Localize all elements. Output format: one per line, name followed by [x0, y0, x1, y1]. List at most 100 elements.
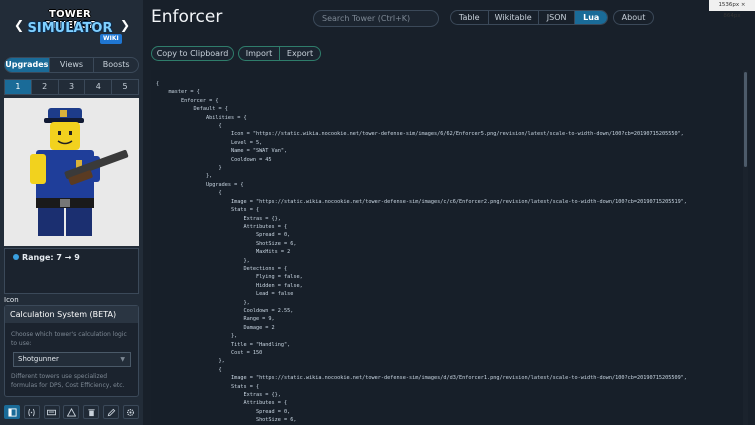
- sidebar-layout-icon: [7, 407, 17, 417]
- code-line: Damage = 2: [156, 324, 275, 331]
- tower-info-box: Range: 7 → 9: [4, 248, 139, 294]
- code-line: },: [156, 299, 250, 306]
- logo-row: ❮ TOWER DEFENSE SIMULATOR WIKI ❯: [0, 6, 143, 46]
- calc-system-select[interactable]: Shotgunner ▼: [13, 352, 131, 367]
- code-line: Spread = 0,: [156, 408, 291, 415]
- code-line: Image = "https://static.wikia.nocookie.n…: [156, 198, 687, 205]
- warning-icon: [66, 407, 76, 417]
- code-line: Range = 9,: [156, 316, 275, 323]
- settings-button[interactable]: [122, 405, 139, 419]
- code-line: {: [156, 81, 160, 87]
- code-line: master = {: [156, 89, 200, 96]
- icon-caption: Icon: [4, 296, 19, 304]
- calculation-system-panel: Calculation System (BETA) Choose which t…: [4, 305, 139, 397]
- keyboard-button[interactable]: [43, 405, 60, 419]
- code-line: Flying = false,: [156, 274, 303, 281]
- code-line: Title = "Handling",: [156, 341, 291, 348]
- tab-json[interactable]: JSON: [537, 11, 575, 24]
- code-line: Hidden = false,: [156, 282, 303, 289]
- range-icon: [13, 254, 19, 260]
- code-line: },: [156, 333, 238, 340]
- level-tab-2[interactable]: 2: [30, 80, 58, 94]
- code-line: Detections = {: [156, 265, 288, 272]
- brackets-icon: [28, 408, 35, 416]
- variables-button[interactable]: [23, 405, 40, 419]
- pencil-icon: [107, 408, 115, 416]
- trash-icon: [88, 408, 95, 416]
- calc-title: Calculation System (BETA): [5, 306, 138, 323]
- code-line: Stats = {: [156, 207, 260, 214]
- keyboard-icon: [47, 409, 57, 415]
- code-line: Stats = {: [156, 383, 260, 390]
- enforcer-tower-image: [30, 108, 129, 236]
- code-line: },: [156, 358, 225, 365]
- code-line: Default = {: [156, 106, 228, 113]
- logo-badge: WIKI: [100, 34, 122, 44]
- tab-table[interactable]: Table: [451, 11, 488, 24]
- code-line: Upgrades = {: [156, 181, 244, 188]
- code-line: Spread = 0,: [156, 232, 291, 239]
- edit-button[interactable]: [103, 405, 120, 419]
- code-line: },: [156, 257, 250, 264]
- code-line: }: [156, 165, 222, 172]
- range-text: Range: 7 → 9: [22, 253, 80, 262]
- range-stat: Range: 7 → 9: [13, 253, 80, 262]
- code-line: Cooldown = 2.55,: [156, 307, 294, 314]
- code-line: ShotSize = 6,: [156, 240, 297, 247]
- code-line: Attributes = {: [156, 400, 288, 407]
- code-line: Lead = false: [156, 291, 294, 298]
- code-line: {: [156, 366, 222, 373]
- sidebar: ❮ TOWER DEFENSE SIMULATOR WIKI ❯ Upgrade…: [0, 0, 143, 425]
- code-line: Extras = {},: [156, 215, 281, 222]
- tab-upgrades[interactable]: Upgrades: [5, 58, 49, 72]
- tab-lua[interactable]: Lua: [574, 11, 607, 24]
- sidebar-tabs: Upgrades Views Boosts: [4, 57, 139, 73]
- code-line: Level = 5,: [156, 139, 263, 146]
- code-line: ShotSize = 6,: [156, 417, 297, 424]
- code-line: Image = "https://static.wikia.nocookie.n…: [156, 375, 687, 382]
- sidebar-toolbar: [4, 405, 139, 421]
- code-line: {: [156, 123, 222, 130]
- layout-button[interactable]: [4, 405, 20, 419]
- level-tab-5[interactable]: 5: [111, 80, 138, 94]
- lua-code-viewer[interactable]: { master = { Enforcer = { Default = { Ab…: [151, 70, 743, 425]
- chevron-down-icon: ▼: [120, 356, 125, 363]
- app-window: ❮ TOWER DEFENSE SIMULATOR WIKI ❯ Upgrade…: [0, 0, 755, 425]
- warning-button[interactable]: [63, 405, 80, 419]
- about-button[interactable]: About: [613, 10, 654, 25]
- code-line: Extras = {},: [156, 392, 281, 399]
- calc-note: Different towers use specialized formula…: [11, 373, 125, 389]
- code-line: Enforcer = {: [156, 97, 219, 104]
- code-scrollbar-thumb[interactable]: [744, 72, 747, 167]
- page-title: Enforcer: [151, 7, 223, 27]
- code-line: MaxHits = 2: [156, 249, 291, 256]
- level-selector: 1 2 3 4 5: [4, 79, 139, 95]
- code-line: Icon = "https://static.wikia.nocookie.ne…: [156, 131, 684, 138]
- level-tab-3[interactable]: 3: [57, 80, 85, 94]
- tower-portrait: [4, 98, 139, 246]
- calc-description: Choose which tower's calculation logic t…: [11, 331, 127, 347]
- code-line: Name = "SWAT Van",: [156, 148, 288, 155]
- screen-size-badge: 1536px × 864px: [709, 0, 755, 19]
- export-button[interactable]: Export: [279, 46, 321, 61]
- view-tabs: Table Wikitable JSON Lua: [450, 10, 608, 25]
- calc-selected-value: Shotgunner: [18, 355, 59, 363]
- code-line: {: [156, 190, 222, 197]
- tab-wikitable[interactable]: Wikitable: [487, 11, 538, 24]
- code-line: Abilities = {: [156, 114, 247, 121]
- delete-button[interactable]: [83, 405, 100, 419]
- level-tab-4[interactable]: 4: [84, 80, 111, 94]
- tab-views[interactable]: Views: [48, 58, 94, 72]
- level-tab-1[interactable]: 1: [5, 80, 31, 94]
- import-button[interactable]: Import: [238, 46, 280, 61]
- lua-code: { master = { Enforcer = { Default = { Ab…: [156, 80, 687, 425]
- tab-boosts[interactable]: Boosts: [93, 58, 138, 72]
- next-tower-icon[interactable]: ❯: [120, 18, 130, 32]
- code-line: Cost = 150: [156, 350, 263, 356]
- code-line: },: [156, 173, 213, 180]
- copy-to-clipboard-button[interactable]: Copy to Clipboard: [151, 46, 234, 61]
- code-line: Cooldown = 45: [156, 156, 272, 163]
- search-input[interactable]: [313, 10, 439, 27]
- gear-icon: [127, 408, 135, 416]
- site-logo[interactable]: TOWER DEFENSE SIMULATOR WIKI: [22, 9, 122, 44]
